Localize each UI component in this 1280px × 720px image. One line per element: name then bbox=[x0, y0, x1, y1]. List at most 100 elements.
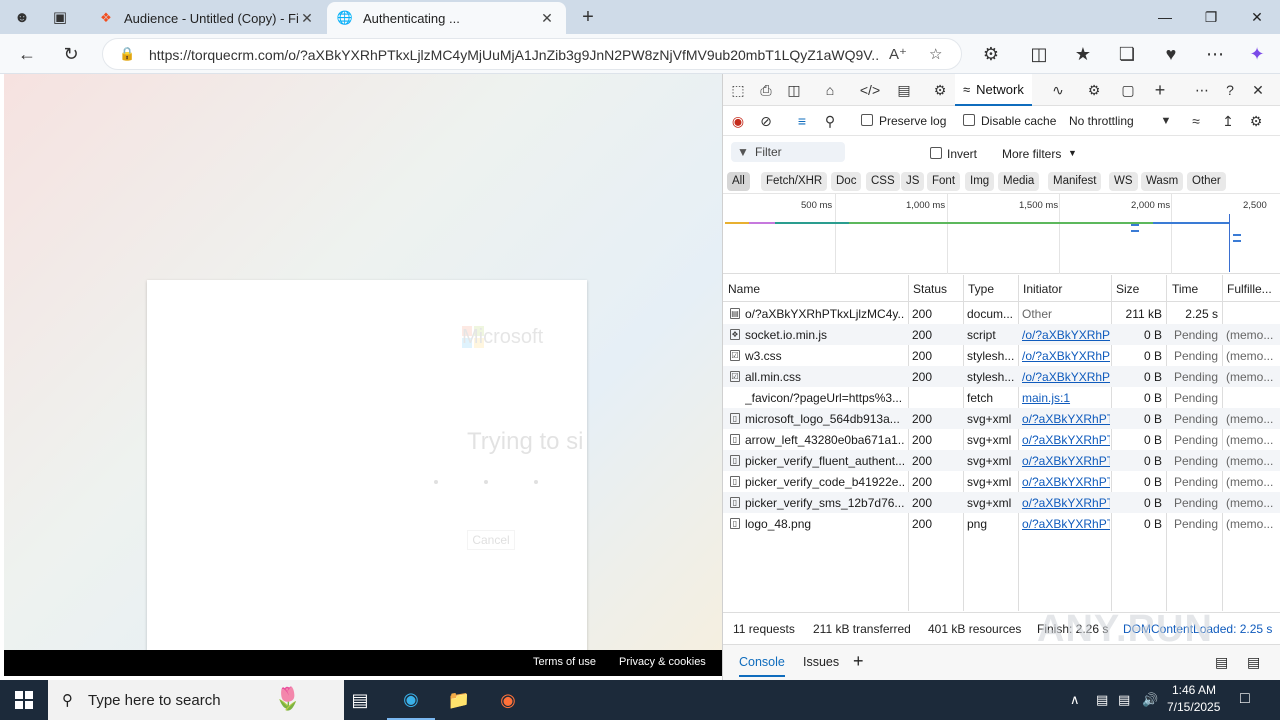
dock-side-icon[interactable]: ◫ bbox=[783, 80, 805, 100]
table-row[interactable]: ▯ arrow_left_43280e0ba671a1... 200 svg+xml o… bbox=[723, 429, 1280, 450]
cell-initiator[interactable]: /o/?aXBkYXRhPT bbox=[1022, 370, 1110, 384]
firefox-icon[interactable]: ◉ bbox=[484, 680, 532, 720]
cell-initiator[interactable]: o/?aXBkYXRhPTk bbox=[1022, 433, 1110, 447]
console-icon[interactable]: ▤ bbox=[893, 80, 915, 100]
table-row[interactable]: ▯ picker_verify_fluent_authent... 200 svg+x… bbox=[723, 450, 1280, 471]
record-stop-icon[interactable]: ◉ bbox=[727, 111, 749, 131]
back-icon[interactable]: ← bbox=[12, 40, 42, 68]
welcome-home-icon[interactable]: ⌂ bbox=[819, 80, 841, 100]
table-row[interactable]: ▯ picker_verify_code_b41922e... 200 svg+xml… bbox=[723, 471, 1280, 492]
notifications-icon[interactable]: □ bbox=[1240, 690, 1250, 708]
column-type[interactable]: Type bbox=[968, 282, 994, 296]
cell-initiator[interactable]: o/?aXBkYXRhPTk bbox=[1022, 412, 1110, 426]
filter-input[interactable]: ▼ Filter bbox=[731, 142, 845, 162]
cell-name[interactable]: logo_48.png bbox=[745, 517, 905, 531]
cell-name[interactable]: all.min.css bbox=[745, 370, 905, 384]
tab-figma[interactable]: ❖ Audience - Untitled (Copy) - Figm ✕ bbox=[88, 2, 326, 34]
memory-icon[interactable]: ⚙ bbox=[1083, 80, 1105, 100]
tab-console[interactable]: Console bbox=[739, 655, 785, 677]
column-initiator[interactable]: Initiator bbox=[1023, 282, 1062, 296]
device-emulation-icon[interactable]: ⎙ bbox=[755, 80, 777, 100]
table-row[interactable]: ▤ o/?aXBkYXRhPTkxLjlzMC4y... 200 docum... Ot… bbox=[723, 303, 1280, 324]
chevron-down-icon[interactable]: ▼ bbox=[1155, 111, 1177, 131]
filter-chip-js[interactable]: JS bbox=[901, 172, 925, 191]
more-filters-dropdown[interactable]: More filters bbox=[1002, 147, 1061, 161]
table-row[interactable]: ❖ socket.io.min.js 200 script/o/?aXBkYXRhPT… bbox=[723, 324, 1280, 345]
table-row[interactable]: ▯ picker_verify_sms_12b7d76... 200 svg+xml o… bbox=[723, 492, 1280, 513]
profile-icon[interactable]: ☻ bbox=[8, 5, 36, 29]
cell-name[interactable]: o/?aXBkYXRhPTkxLjlzMC4y... bbox=[745, 307, 905, 321]
edge-browser-icon[interactable]: ◉ bbox=[387, 680, 435, 720]
tab-actions-icon[interactable]: ▣ bbox=[46, 5, 74, 29]
cell-name[interactable]: _favicon/?pageUrl=https%3... bbox=[745, 391, 905, 405]
read-aloud-icon[interactable]: A⁺ bbox=[889, 45, 907, 63]
cell-name[interactable]: picker_verify_code_b41922e... bbox=[745, 475, 905, 489]
chevron-up-icon[interactable]: ∧ bbox=[1070, 692, 1080, 708]
network-icon[interactable]: ▤ bbox=[1118, 692, 1130, 708]
minimize-icon[interactable]: — bbox=[1142, 0, 1188, 34]
url-field[interactable]: 🔒 https://torquecrm.com/o/?aXBkYXRhPTkxL… bbox=[102, 38, 962, 70]
performance-icon[interactable]: ∿ bbox=[1047, 80, 1069, 100]
more-options-icon[interactable]: ⋯ bbox=[1200, 40, 1230, 68]
sources-bug-icon[interactable]: ⚙ bbox=[929, 80, 951, 100]
add-drawer-tab-icon[interactable]: + bbox=[853, 651, 864, 672]
task-view-icon[interactable]: ▤ bbox=[336, 680, 384, 720]
cell-initiator[interactable]: main.js:1 bbox=[1022, 391, 1110, 405]
cell-initiator[interactable]: o/?aXBkYXRhPTk bbox=[1022, 475, 1110, 489]
new-tab-icon[interactable]: + bbox=[574, 5, 602, 29]
network-overview-timeline[interactable]: 500 ms 1,000 ms 1,500 ms 2,000 ms 2,500 bbox=[723, 194, 1280, 274]
throttling-select[interactable]: No throttling bbox=[1069, 114, 1134, 128]
elements-code-icon[interactable]: </> bbox=[859, 80, 881, 100]
file-explorer-icon[interactable]: 📁 bbox=[435, 680, 483, 720]
filter-chip-manifest[interactable]: Manifest bbox=[1048, 172, 1102, 191]
table-row[interactable]: ▯ logo_48.png 200 png o/?aXBkYXRhPTk 0 B Pendi… bbox=[723, 513, 1280, 534]
tab-network[interactable]: ≈ Network bbox=[955, 74, 1032, 106]
performance-icon[interactable]: ♥ bbox=[1156, 40, 1186, 68]
cancel-button[interactable]: Cancel bbox=[467, 530, 515, 550]
import-export-icon[interactable]: ↥ bbox=[1217, 111, 1239, 131]
dock-drawer-icon[interactable]: ▤ bbox=[1247, 654, 1260, 671]
close-window-icon[interactable]: ✕ bbox=[1234, 0, 1280, 34]
more-tools-plus-icon[interactable]: + bbox=[1149, 80, 1171, 100]
cell-name[interactable]: picker_verify_fluent_authent... bbox=[745, 454, 905, 468]
collections-icon[interactable]: ❏ bbox=[1112, 40, 1142, 68]
help-icon[interactable]: ? bbox=[1219, 80, 1241, 100]
terms-link[interactable]: Terms of use bbox=[533, 656, 596, 668]
split-screen-icon[interactable]: ◫ bbox=[1024, 40, 1054, 68]
column-size[interactable]: Size bbox=[1116, 282, 1139, 296]
url-text[interactable]: https://torquecrm.com/o/?aXBkYXRhPTkxLjl… bbox=[149, 47, 879, 63]
volume-icon[interactable]: 🔊 bbox=[1142, 692, 1158, 708]
favorite-star-icon[interactable]: ☆ bbox=[929, 45, 942, 63]
cell-name[interactable]: arrow_left_43280e0ba671a1... bbox=[745, 433, 905, 447]
invert-checkbox[interactable] bbox=[930, 147, 942, 159]
device-icon[interactable]: ▤ bbox=[1096, 692, 1108, 708]
close-tab-icon[interactable]: ✕ bbox=[538, 10, 556, 27]
cell-initiator[interactable]: /o/?aXBkYXRhPT bbox=[1022, 328, 1110, 342]
copilot-icon[interactable]: ✦ bbox=[1242, 40, 1272, 68]
restore-icon[interactable]: ❐ bbox=[1188, 0, 1234, 34]
settings-gear-icon[interactable]: ⚙ bbox=[1245, 111, 1267, 131]
filter-chip-doc[interactable]: Doc bbox=[831, 172, 862, 191]
filter-chip-ws[interactable]: WS bbox=[1109, 172, 1138, 191]
cell-name[interactable]: microsoft_logo_564db913a... bbox=[745, 412, 905, 426]
close-tab-icon[interactable]: ✕ bbox=[298, 10, 316, 27]
filter-chip-other[interactable]: Other bbox=[1187, 172, 1226, 191]
clock-time[interactable]: 1:46 AM bbox=[1172, 683, 1216, 697]
undock-drawer-icon[interactable]: ▤ bbox=[1215, 654, 1228, 671]
disable-cache-checkbox[interactable] bbox=[963, 114, 975, 126]
cell-initiator[interactable]: o/?aXBkYXRhPTk bbox=[1022, 496, 1110, 510]
clock-date[interactable]: 7/15/2025 bbox=[1167, 700, 1220, 714]
reload-icon[interactable]: ↻ bbox=[56, 40, 86, 68]
filter-chip-fetch-xhr[interactable]: Fetch/XHR bbox=[761, 172, 828, 191]
column-status[interactable]: Status bbox=[913, 282, 947, 296]
preserve-log-checkbox[interactable] bbox=[861, 114, 873, 126]
privacy-link[interactable]: Privacy & cookies bbox=[619, 656, 706, 668]
filter-chip-img[interactable]: Img bbox=[965, 172, 995, 191]
extensions-icon[interactable]: ⚙ bbox=[976, 40, 1006, 68]
search-icon[interactable]: ⚲ bbox=[819, 111, 841, 131]
inspect-element-icon[interactable]: ⬚ bbox=[727, 80, 749, 100]
filter-toggle-icon[interactable]: ≡ bbox=[791, 111, 813, 131]
cell-name[interactable]: w3.css bbox=[745, 349, 905, 363]
filter-chip-font[interactable]: Font bbox=[927, 172, 961, 191]
chevron-down-icon[interactable]: ▼ bbox=[1068, 148, 1077, 158]
